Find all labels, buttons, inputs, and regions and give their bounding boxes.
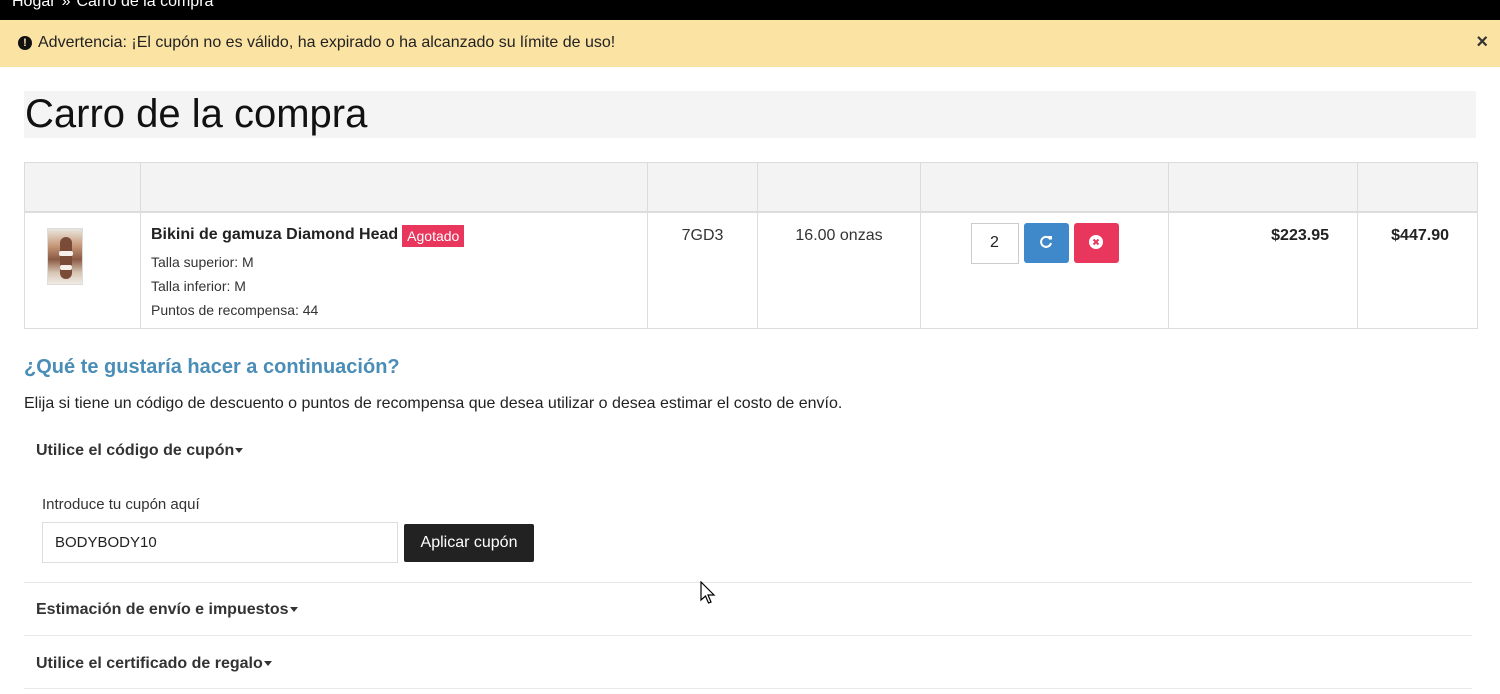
product-image-cell (24, 211, 141, 329)
shipping-accordion-toggle[interactable]: Estimación de envío e impuestos (36, 601, 298, 619)
page-title: Carro de la compra (24, 91, 1476, 138)
coupon-accordion-toggle[interactable]: Utilice el código de cupón (36, 442, 244, 460)
coupon-label: Introduce tu cupón aquí (42, 496, 200, 513)
warning-alert: ! Advertencia: ¡El cupón no es válido, h… (0, 20, 1500, 67)
caret-down-icon (263, 661, 272, 667)
remove-item-button[interactable] (1074, 222, 1119, 263)
update-quantity-button[interactable] (1024, 222, 1069, 263)
exclamation-circle-icon: ! (18, 36, 32, 50)
product-name-link[interactable]: Bikini de gamuza Diamond Head (151, 226, 398, 243)
divider (24, 582, 1472, 583)
header-weight (757, 162, 921, 213)
coupon-input[interactable] (42, 522, 398, 563)
cart-header-row (24, 162, 1478, 213)
header-product (140, 162, 648, 213)
coupon-heading: Utilice el código de cupón (36, 442, 235, 459)
caret-down-icon (235, 448, 244, 454)
shipping-heading: Estimación de envío e impuestos (36, 601, 289, 618)
close-alert-button[interactable]: × (1476, 32, 1488, 52)
times-circle-icon (1089, 234, 1103, 249)
header-image (24, 162, 141, 213)
alert-message: Advertencia: ¡El cupón no es válido, ha … (38, 34, 616, 51)
product-reward-points: Puntos de recompensa: 44 (151, 301, 319, 318)
breadcrumb-home[interactable]: Hogar (12, 0, 56, 10)
quantity-cell (920, 211, 1169, 329)
apply-coupon-button[interactable]: Aplicar cupón (404, 524, 534, 562)
header-unit-price (1168, 162, 1358, 213)
header-model (647, 162, 758, 213)
header-quantity (920, 162, 1169, 213)
voucher-heading: Utilice el certificado de regalo (36, 655, 263, 672)
product-thumbnail[interactable] (47, 227, 83, 285)
caret-down-icon (289, 607, 298, 613)
next-steps-description: Elija si tiene un código de descuento o … (24, 395, 843, 412)
product-weight: 16.00 onzas (757, 211, 921, 329)
product-model: 7GD3 (647, 211, 758, 329)
unit-price: $223.95 (1168, 211, 1358, 329)
voucher-accordion-toggle[interactable]: Utilice el certificado de regalo (36, 655, 272, 673)
table-row: Bikini de gamuza Diamond Head Agotado Tal… (24, 211, 1478, 329)
breadcrumb-current[interactable]: Carro de la compra (76, 0, 213, 10)
cart-table: Bikini de gamuza Diamond Head Agotado Tal… (24, 162, 1478, 329)
out-of-stock-badge: Agotado (402, 224, 465, 247)
product-option: Talla superior: M (151, 253, 254, 270)
refresh-icon (1040, 235, 1052, 248)
divider (24, 688, 1472, 689)
header-total (1357, 162, 1478, 213)
breadcrumb-separator: » (61, 0, 71, 10)
product-option: Talla inferior: M (151, 277, 246, 294)
quantity-input[interactable] (971, 222, 1019, 264)
breadcrumb: Hogar » Carro de la compra (0, 0, 1500, 20)
mouse-cursor-icon (700, 581, 716, 604)
next-steps-title: ¿Qué te gustaría hacer a continuación? (24, 356, 400, 378)
line-total: $447.90 (1357, 211, 1478, 329)
divider (24, 635, 1472, 636)
product-info-cell: Bikini de gamuza Diamond Head Agotado Tal… (140, 211, 648, 329)
